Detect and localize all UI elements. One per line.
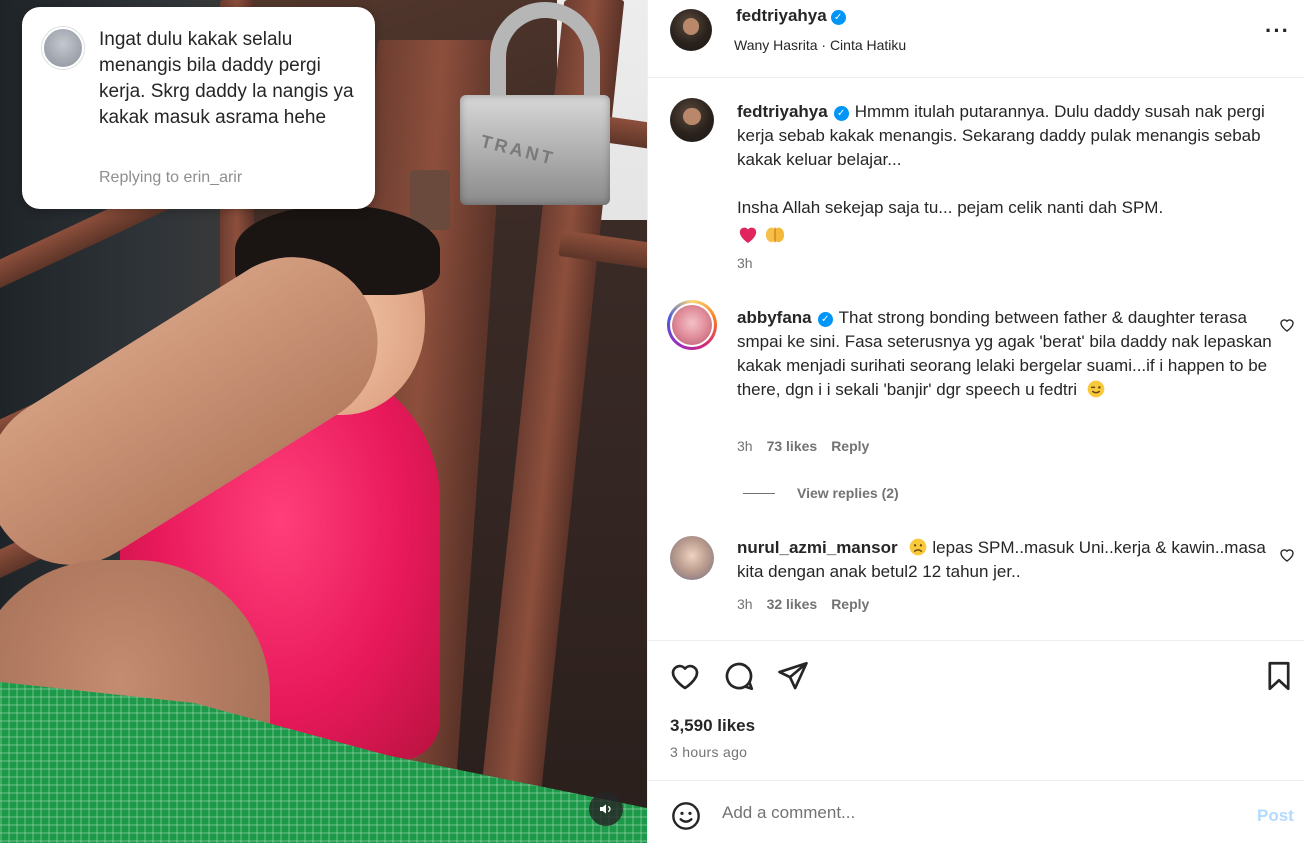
commenter-username[interactable]: abbyfana: [737, 308, 812, 327]
author-username-row[interactable]: fedtriyahya ✓: [736, 6, 846, 26]
comment-text: abbyfana ✓ That strong bonding between fat…: [737, 306, 1272, 402]
caption-meta: 3h: [737, 255, 767, 271]
comment-body: That strong bonding between father & dau…: [737, 308, 1272, 399]
comment-time[interactable]: 3h: [737, 438, 753, 454]
reply-button[interactable]: Reply: [831, 596, 869, 612]
view-replies-button[interactable]: View replies (2): [743, 485, 899, 501]
author-username[interactable]: fedtriyahya: [736, 6, 827, 25]
reply-sticker: Ingat dulu kakak selalu menangis bila da…: [22, 7, 375, 209]
caption-emojis: [737, 224, 1272, 251]
speaker-icon: [600, 804, 611, 814]
emoji-picker-icon[interactable]: [670, 800, 702, 832]
save-bookmark-icon[interactable]: [1262, 659, 1296, 693]
caption-username[interactable]: fedtriyahya: [737, 102, 828, 121]
story-ring[interactable]: [667, 300, 717, 350]
post-actions: 3,590 likes 3 hours ago: [648, 640, 1304, 780]
caption-text: fedtriyahya ✓ Hmmm itulah putarannya. Dulu…: [737, 100, 1272, 251]
likes-count[interactable]: 3,590 likes: [670, 716, 755, 736]
commenter-avatar[interactable]: [672, 305, 712, 345]
praying-hands-icon: [765, 227, 784, 243]
add-comment-bar: Post: [648, 780, 1304, 843]
like-comment-icon[interactable]: [1278, 316, 1296, 334]
verified-badge-icon: ✓: [817, 312, 833, 327]
view-replies-label[interactable]: View replies (2): [797, 485, 899, 501]
reply-sticker-text: Ingat dulu kakak selalu menangis bila da…: [99, 29, 354, 128]
sad-face-icon: [910, 538, 927, 556]
commenter-username[interactable]: nurul_azmi_mansor: [737, 538, 898, 557]
verified-badge-icon: ✓: [833, 106, 849, 121]
wink-face-icon: [1087, 380, 1105, 398]
post-sidebar: fedtriyahya ✓ Wany Hasrita · Cinta Hatiku…: [647, 0, 1304, 843]
comment-input[interactable]: [722, 798, 1222, 828]
post-header: fedtriyahya ✓ Wany Hasrita · Cinta Hatiku…: [648, 0, 1304, 78]
comment-meta: 3h 73 likes Reply: [737, 438, 883, 454]
like-comment-icon[interactable]: [1278, 546, 1296, 564]
audio-attribution[interactable]: Wany Hasrita · Cinta Hatiku: [734, 37, 906, 53]
comment-likes[interactable]: 32 likes: [767, 596, 818, 612]
caption-time[interactable]: 3h: [737, 255, 753, 271]
comment-bubble-icon[interactable]: [722, 659, 756, 693]
more-options-button[interactable]: ···: [1265, 18, 1290, 44]
reply-sticker-replying-to: Replying to erin_arir: [99, 169, 243, 186]
post-comment-button[interactable]: Post: [1257, 806, 1294, 826]
share-send-icon[interactable]: [776, 659, 810, 693]
commenter-avatar[interactable]: [670, 536, 714, 580]
like-heart-icon[interactable]: [668, 659, 702, 693]
reply-button[interactable]: Reply: [831, 438, 869, 454]
caption-body-2: Insha Allah sekejap saja tu... pejam cel…: [737, 198, 1164, 217]
verified-badge-icon: ✓: [830, 10, 846, 25]
post-timestamp[interactable]: 3 hours ago: [670, 744, 747, 760]
comments-list[interactable]: fedtriyahya ✓ Hmmm itulah putarannya. Dulu…: [648, 78, 1304, 640]
comment-time[interactable]: 3h: [737, 596, 753, 612]
audio-toggle-button[interactable]: [589, 792, 623, 826]
comment-likes[interactable]: 73 likes: [767, 438, 818, 454]
author-avatar[interactable]: [670, 9, 712, 51]
post-media[interactable]: TRANT Ingat dulu kakak selalu menangis b…: [0, 0, 647, 843]
comment-meta: 3h 32 likes Reply: [737, 596, 883, 612]
red-heart-icon: [739, 227, 757, 244]
reply-avatar: [42, 27, 84, 69]
caption-avatar[interactable]: [670, 98, 714, 142]
comment-text: nurul_azmi_mansor lepas SPM..masuk Uni..…: [737, 536, 1272, 584]
